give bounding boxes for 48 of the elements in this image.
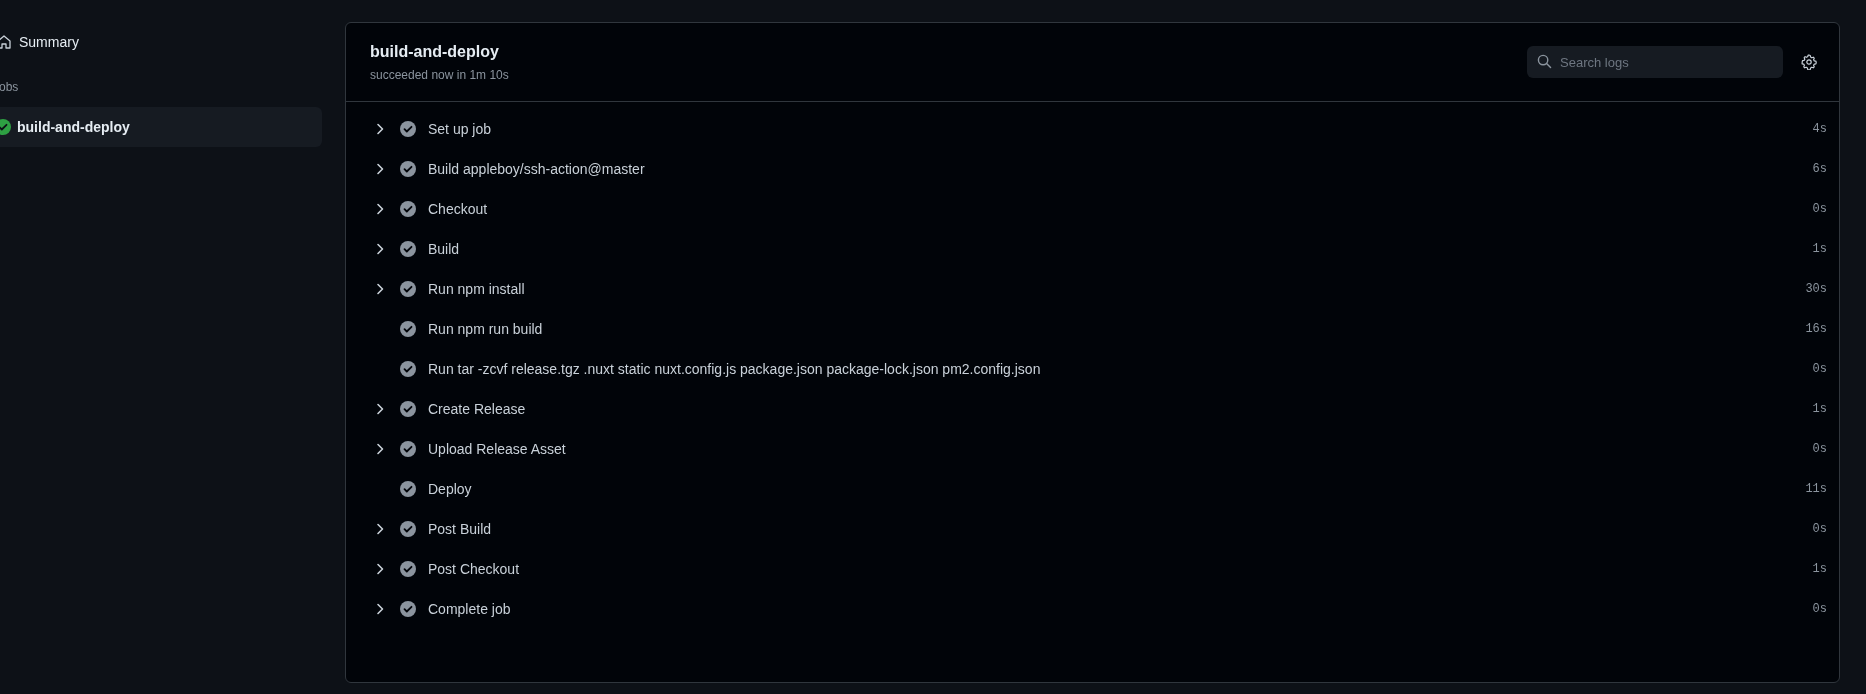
search-icon — [1537, 54, 1552, 69]
step-name[interactable]: Build — [428, 238, 1813, 260]
step-duration: 6s — [1812, 161, 1827, 178]
summary-link[interactable]: Summary — [0, 30, 322, 54]
step-duration: 4s — [1812, 121, 1827, 138]
job-status-text: succeeded now in 1m 10s — [370, 67, 510, 84]
step-name[interactable]: Complete job — [428, 598, 1813, 620]
step-duration: 0s — [1812, 201, 1827, 218]
step-duration: 30s — [1805, 281, 1827, 298]
check-icon — [400, 281, 416, 297]
check-icon — [400, 521, 416, 537]
step-duration: 0s — [1812, 601, 1827, 618]
step-name[interactable]: Upload Release Asset — [428, 438, 1813, 460]
step-name[interactable]: Deploy — [428, 478, 1806, 500]
step-duration: 1s — [1812, 401, 1827, 418]
step-name[interactable]: Run npm run build — [428, 318, 1806, 340]
check-icon — [400, 601, 416, 617]
home-icon — [0, 34, 12, 50]
check-icon — [400, 401, 416, 417]
step-name[interactable]: Post Checkout — [428, 558, 1813, 580]
step-name[interactable]: Run npm install — [428, 278, 1806, 300]
step-name[interactable]: Build appleboy/ssh-action@master — [428, 158, 1813, 180]
step-duration: 11s — [1805, 481, 1827, 498]
job-item[interactable]: build-and-deploy — [0, 107, 322, 147]
step-name[interactable]: Create Release — [428, 398, 1813, 420]
step-duration: 0s — [1812, 361, 1827, 378]
step-name[interactable]: Post Build — [428, 518, 1813, 540]
check-icon — [400, 361, 416, 377]
check-icon — [400, 241, 416, 257]
check-icon — [400, 321, 416, 337]
step-duration: 1s — [1812, 241, 1827, 258]
step-duration: 0s — [1812, 521, 1827, 538]
step-name[interactable]: Checkout — [428, 198, 1813, 220]
job-title: build-and-deploy — [370, 42, 500, 62]
step-duration: 0s — [1812, 441, 1827, 458]
check-icon — [400, 121, 416, 137]
check-icon — [400, 561, 416, 577]
step-duration: 16s — [1805, 321, 1827, 338]
check-icon — [400, 481, 416, 497]
step-duration: 1s — [1812, 561, 1827, 578]
settings-icon — [1801, 54, 1817, 70]
step-name[interactable]: Set up job — [428, 118, 1813, 140]
search-field[interactable]: Search logs — [1527, 46, 1783, 78]
check-icon — [400, 161, 416, 177]
step-name[interactable]: Run tar -zcvf release.tgz .nuxt static nuxt.config.js package.json package-lock.json pm2.config.json — [428, 358, 1813, 380]
check-icon — [400, 441, 416, 457]
section-label: obs — [0, 79, 20, 96]
check-icon — [400, 201, 416, 217]
